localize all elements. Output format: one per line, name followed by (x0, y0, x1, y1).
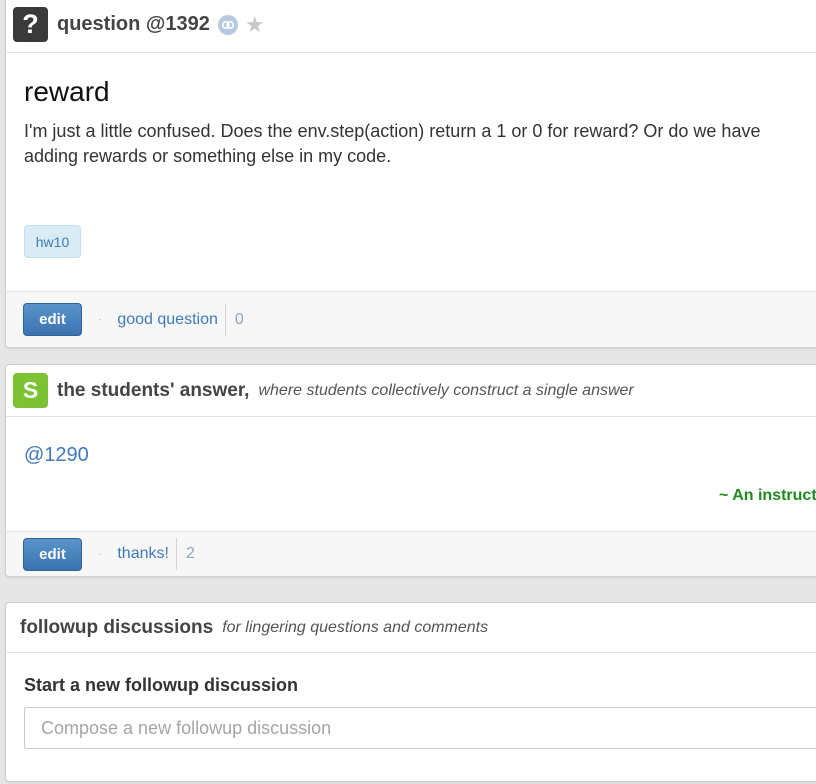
tag-hw10[interactable]: hw10 (24, 225, 81, 258)
followup-header: followup discussions for lingering quest… (6, 603, 816, 653)
followup-card: followup discussions for lingering quest… (5, 602, 816, 782)
edit-answer-button[interactable]: edit (23, 537, 82, 571)
question-card: ? question @1392 ★ reward I'm just a lit… (5, 0, 816, 348)
footer-separator: · (98, 314, 102, 325)
students-answer-footer: edit · thanks! 2 (6, 531, 816, 576)
followup-title: followup discussions (20, 616, 214, 638)
footer-divider (175, 538, 177, 570)
question-subject: reward (24, 76, 110, 107)
footer-separator: · (98, 548, 102, 560)
edit-question-button[interactable]: edit (23, 303, 82, 336)
footer-divider (224, 303, 226, 336)
question-type-icon: ? (13, 7, 48, 42)
start-followup-label: Start a new followup discussion (24, 675, 299, 695)
followup-subtitle: for lingering questions and comments (222, 618, 489, 636)
students-answer-subtitle: where students collectively construct a … (258, 381, 634, 399)
question-number-title: question @1392 (57, 13, 210, 35)
question-body: I'm just a little confused. Does the env… (24, 121, 761, 166)
followup-compose-input[interactable] (24, 707, 816, 749)
answer-post-reference-link[interactable]: @1290 (24, 444, 89, 467)
thanks-link[interactable]: thanks! (117, 545, 169, 563)
question-footer: edit · good question 0 (6, 291, 816, 347)
instructor-endorsement: ~ An instruct (719, 487, 816, 504)
good-question-count: 0 (234, 310, 244, 328)
good-question-link[interactable]: good question (117, 311, 218, 329)
star-icon[interactable]: ★ (245, 13, 265, 36)
students-answer-icon: S (13, 373, 48, 408)
students-answer-header: S the students' answer, where students c… (6, 365, 816, 417)
students-answer-title: the students' answer, (57, 379, 250, 401)
link-icon[interactable] (217, 14, 238, 35)
students-answer-card: S the students' answer, where students c… (5, 364, 816, 577)
question-header: ? question @1392 ★ (6, 0, 816, 53)
thanks-count: 2 (185, 545, 195, 562)
